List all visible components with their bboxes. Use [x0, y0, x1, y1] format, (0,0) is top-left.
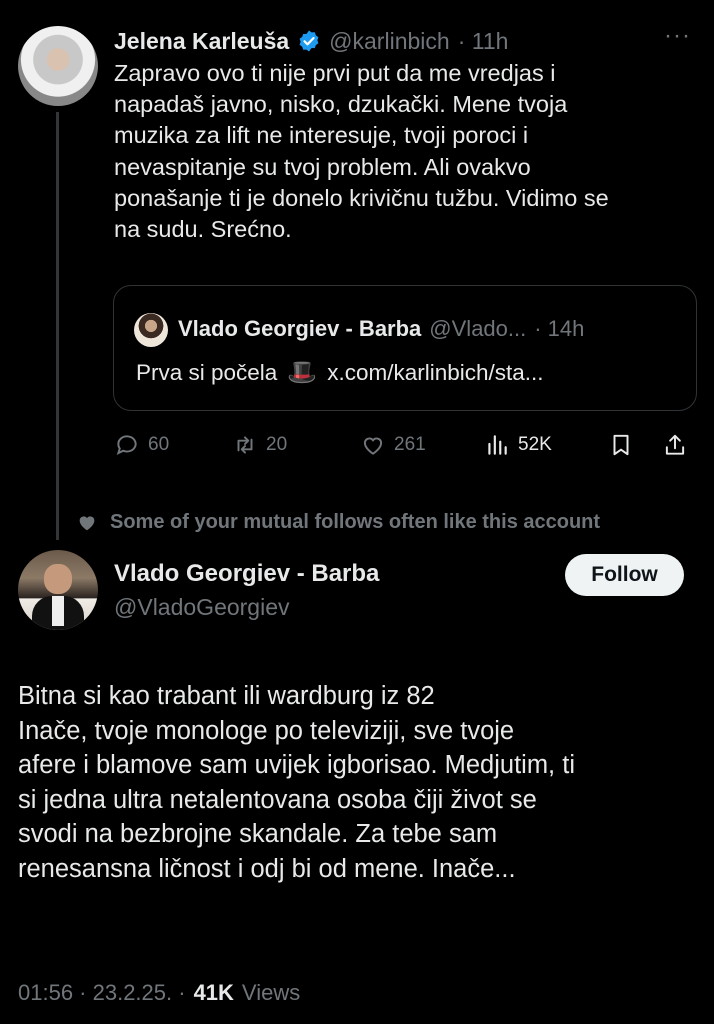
tweet1-header: Jelena Karleuša @karlinbich · 11h [114, 24, 508, 58]
quoted-tweet-text: Prva si počela 🎩 x.com/karlinbich/sta... [136, 358, 544, 387]
quoted-tweet-header: Vlado Georgiev - Barba @Vlado... · 14h [178, 312, 584, 346]
follow-button[interactable]: Follow [565, 554, 684, 596]
tweet2-text: Bitna si kao trabant ili wardburg iz 82 … [18, 682, 575, 883]
views-count: 52K [518, 434, 552, 455]
share-button[interactable] [662, 428, 688, 462]
like-count: 261 [394, 434, 426, 455]
quoted-tweet-message: Prva si počela [136, 359, 278, 385]
repost-icon [237, 436, 253, 454]
quoted-tweet-author-handle: @Vlado... [429, 316, 527, 341]
views-chart-icon [488, 435, 507, 455]
top-hat-emoji: 🎩 [287, 359, 318, 386]
avatar-shirt [52, 596, 64, 626]
quoted-tweet-author-name: Vlado Georgiev - Barba [178, 316, 422, 341]
share-icon [665, 434, 685, 455]
tweet1-author-name[interactable]: Jelena Karleuša [114, 28, 289, 55]
like-heart-icon [363, 437, 383, 455]
tweet2-author-handle[interactable]: @VladoGeorgiev [114, 594, 290, 621]
bookmark-button[interactable] [608, 428, 634, 462]
avatar-jelena-karleusa[interactable] [18, 26, 98, 106]
tweet1-text: Zapravo ovo ti nije prvi put da me vredj… [114, 60, 609, 243]
tweet1-timestamp[interactable]: · 11h [458, 28, 509, 55]
repost-button[interactable]: 20 [232, 428, 287, 462]
tweet2-author-name[interactable]: Vlado Georgiev - Barba [114, 560, 379, 588]
quoted-tweet-timestamp: · 14h [534, 316, 585, 341]
tweet2-views-count: 41K [193, 980, 234, 1005]
bookmark-icon [613, 434, 629, 456]
tweet2-timestamp[interactable]: 01:56 · 23.2.25. · [18, 980, 186, 1006]
reply-icon [116, 435, 137, 455]
reply-count: 60 [148, 434, 170, 455]
views-button[interactable]: 52K [484, 428, 552, 462]
heart-icon [79, 516, 95, 531]
avatar-face [44, 564, 72, 594]
reply-button[interactable]: 60 [114, 428, 169, 462]
quoted-tweet-card[interactable] [113, 285, 697, 411]
tweet2-views-label: Views [241, 980, 301, 1005]
verified-badge-icon [299, 30, 319, 52]
social-context: Some of your mutual follows often like t… [76, 508, 600, 536]
tweet2-meta: 01:56 · 23.2.25. · 41K Views [18, 980, 300, 1006]
quoted-tweet-link[interactable]: x.com/karlinbich/sta... [327, 360, 543, 386]
repost-count: 20 [266, 434, 288, 455]
tweet1-author-handle[interactable]: @karlinbich [329, 28, 450, 55]
quoted-tweet-avatar [134, 313, 168, 347]
more-options-icon[interactable]: ··· [664, 22, 691, 50]
social-context-text: Some of your mutual follows often like t… [110, 510, 601, 533]
avatar-vlado-georgiev[interactable] [18, 550, 98, 630]
thread-connector-line [56, 112, 59, 540]
like-button[interactable]: 261 [360, 428, 426, 462]
